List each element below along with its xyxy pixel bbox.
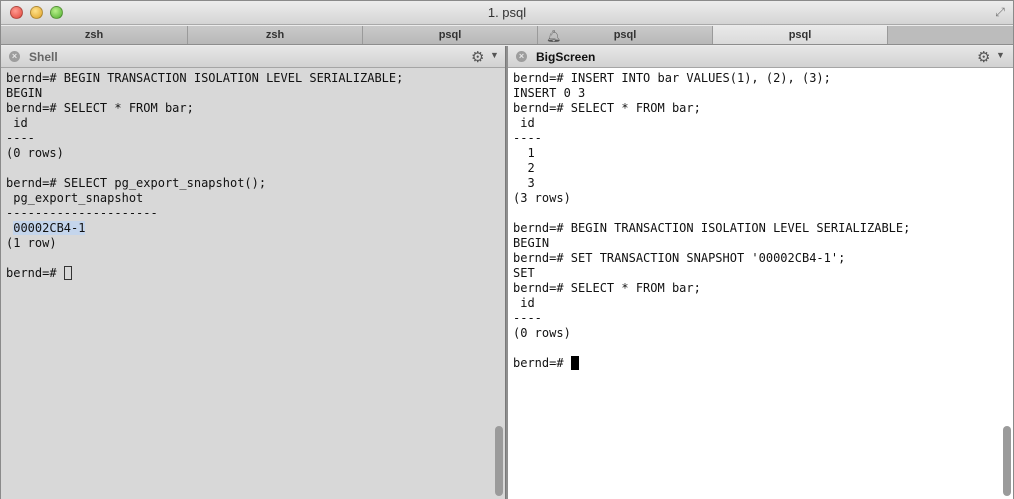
right-terminal[interactable]: bernd=# INSERT INTO bar VALUES(1), (2), … bbox=[508, 68, 1013, 499]
left-scrollbar[interactable] bbox=[495, 426, 503, 496]
gear-icon[interactable]: ⚙ bbox=[977, 48, 990, 66]
fullscreen-icon[interactable]: ⤢ bbox=[993, 5, 1007, 19]
terminal-line-text: id bbox=[513, 296, 535, 310]
terminal-line-text: bernd=# BEGIN TRANSACTION ISOLATION LEVE… bbox=[513, 221, 911, 235]
pane-title: Shell bbox=[29, 50, 58, 64]
terminal-line: id bbox=[513, 116, 1013, 131]
terminal-line-text: 00002CB4-1 bbox=[13, 221, 86, 235]
terminal-line-text: 3 bbox=[513, 176, 535, 190]
terminal-line-text: --------------------- bbox=[6, 206, 158, 220]
left-pane-header: × Shell ⚙ ▼ bbox=[1, 46, 505, 68]
terminal-line-text: ---- bbox=[513, 311, 542, 325]
chevron-down-icon[interactable]: ▼ bbox=[996, 50, 1005, 60]
terminal-line: (3 rows) bbox=[513, 191, 1013, 206]
terminal-line: 3 bbox=[513, 176, 1013, 191]
terminal-line: bernd=# SELECT * FROM bar; bbox=[513, 101, 1013, 116]
terminal-line: id bbox=[6, 116, 505, 131]
terminal-line-text: pg_export_snapshot bbox=[6, 191, 144, 205]
title-bar: 1. psql ⤢ bbox=[1, 1, 1013, 25]
text-cursor bbox=[63, 266, 72, 280]
terminal-line-text: 1 bbox=[513, 146, 535, 160]
left-terminal[interactable]: bernd=# BEGIN TRANSACTION ISOLATION LEVE… bbox=[1, 68, 505, 499]
close-icon[interactable]: × bbox=[9, 51, 20, 62]
terminal-line: 00002CB4-1 bbox=[6, 221, 505, 236]
terminal-line: SET bbox=[513, 266, 1013, 281]
window-title: 1. psql bbox=[487, 5, 527, 20]
terminal-line: BEGIN bbox=[6, 86, 505, 101]
terminal-line: --------------------- bbox=[6, 206, 505, 221]
tab-label: psql bbox=[613, 29, 637, 41]
terminal-line-text: INSERT 0 3 bbox=[513, 86, 586, 100]
tab-psql-2[interactable]: 🔔︎ psql bbox=[538, 26, 713, 44]
terminal-line-text: bernd=# SELECT * FROM bar; bbox=[513, 101, 701, 115]
bell-icon: 🔔︎ bbox=[546, 29, 562, 43]
terminal-line: pg_export_snapshot bbox=[6, 191, 505, 206]
right-pane-header: × BigScreen ⚙ ▼ bbox=[508, 46, 1013, 68]
terminal-line-text: bernd=# BEGIN TRANSACTION ISOLATION LEVE… bbox=[6, 71, 404, 85]
terminal-line-text: bernd=# SELECT * FROM bar; bbox=[6, 101, 194, 115]
terminal-line-text: (0 rows) bbox=[6, 146, 64, 160]
terminal-line-text: bernd=# SELECT * FROM bar; bbox=[513, 281, 701, 295]
terminal-line-text: (0 rows) bbox=[513, 326, 571, 340]
terminal-line-text: BEGIN bbox=[513, 236, 550, 250]
terminal-line: bernd=# INSERT INTO bar VALUES(1), (2), … bbox=[513, 71, 1013, 86]
pane-title: BigScreen bbox=[536, 50, 596, 64]
terminal-line-text: bernd=# INSERT INTO bar VALUES(1), (2), … bbox=[513, 71, 831, 85]
terminal-line-text: bernd=# SET TRANSACTION SNAPSHOT '00002C… bbox=[513, 251, 846, 265]
terminal-window: 1. psql ⤢ zsh zsh psql 🔔︎ psql psql × Sh… bbox=[0, 0, 1014, 499]
terminal-line: bernd=# SELECT * FROM bar; bbox=[513, 281, 1013, 296]
terminal-line-text: 2 bbox=[513, 161, 535, 175]
terminal-line-text: (1 row) bbox=[6, 236, 57, 250]
tab-psql-1[interactable]: psql bbox=[363, 26, 538, 44]
terminal-line-text: id bbox=[6, 116, 28, 130]
terminal-line: (0 rows) bbox=[6, 146, 505, 161]
terminal-line-text: bernd=# bbox=[513, 356, 571, 370]
terminal-line: 2 bbox=[513, 161, 1013, 176]
terminal-line: bernd=# SELECT pg_export_snapshot(); bbox=[6, 176, 505, 191]
terminal-line: (1 row) bbox=[6, 236, 505, 251]
terminal-line: ---- bbox=[513, 131, 1013, 146]
terminal-line: bernd=# BEGIN TRANSACTION ISOLATION LEVE… bbox=[6, 71, 505, 86]
tab-zsh-1[interactable]: zsh bbox=[1, 26, 188, 44]
terminal-line: ---- bbox=[6, 131, 505, 146]
terminal-line: (0 rows) bbox=[513, 326, 1013, 341]
tab-label: psql bbox=[438, 29, 462, 41]
terminal-line: id bbox=[513, 296, 1013, 311]
tab-psql-3[interactable]: psql bbox=[713, 26, 888, 44]
terminal-line: 1 bbox=[513, 146, 1013, 161]
terminal-line: bernd=# bbox=[6, 266, 505, 281]
tab-bar: zsh zsh psql 🔔︎ psql psql bbox=[1, 26, 1013, 45]
tab-label: zsh bbox=[84, 29, 104, 41]
terminal-line: ---- bbox=[513, 311, 1013, 326]
gear-icon[interactable]: ⚙ bbox=[471, 48, 484, 66]
terminal-line-text: SET bbox=[513, 266, 535, 280]
right-scrollbar[interactable] bbox=[1003, 426, 1011, 496]
terminal-line: bernd=# SELECT * FROM bar; bbox=[6, 101, 505, 116]
terminal-line: INSERT 0 3 bbox=[513, 86, 1013, 101]
terminal-line: bernd=# BEGIN TRANSACTION ISOLATION LEVE… bbox=[513, 221, 1013, 236]
chevron-down-icon[interactable]: ▼ bbox=[490, 50, 499, 60]
terminal-line-text: bernd=# bbox=[6, 266, 64, 280]
terminal-line-text: id bbox=[513, 116, 535, 130]
tab-label: psql bbox=[788, 29, 812, 41]
terminal-line-text: BEGIN bbox=[6, 86, 43, 100]
terminal-line-text: ---- bbox=[513, 131, 542, 145]
text-cursor bbox=[570, 356, 579, 370]
terminal-line: bernd=# bbox=[513, 356, 1013, 371]
terminal-line-text: (3 rows) bbox=[513, 191, 571, 205]
close-icon[interactable]: × bbox=[516, 51, 527, 62]
tab-zsh-2[interactable]: zsh bbox=[188, 26, 363, 44]
tab-label: zsh bbox=[265, 29, 285, 41]
terminal-line: bernd=# SET TRANSACTION SNAPSHOT '00002C… bbox=[513, 251, 1013, 266]
terminal-line-text: bernd=# SELECT pg_export_snapshot(); bbox=[6, 176, 267, 190]
terminal-line: BEGIN bbox=[513, 236, 1013, 251]
terminal-line-text: ---- bbox=[6, 131, 35, 145]
